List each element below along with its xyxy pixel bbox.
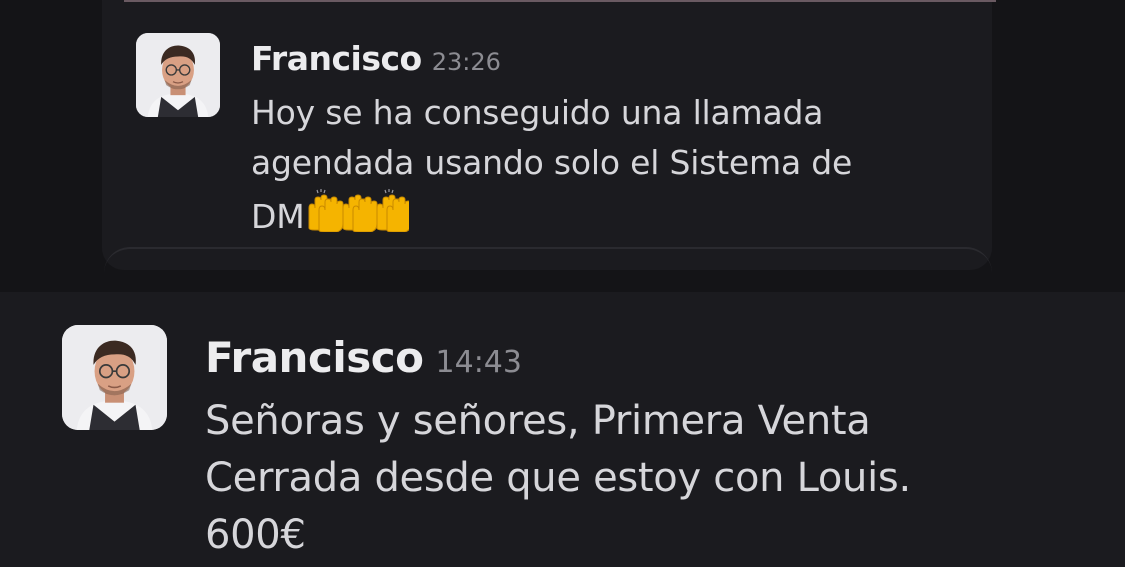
timestamp[interactable]: 23:26 xyxy=(432,48,501,76)
author-name[interactable]: Francisco xyxy=(205,333,424,382)
card-top-divider xyxy=(124,0,996,2)
message-line: Cerrada desde que estoy con Louis. xyxy=(205,455,911,501)
avatar[interactable] xyxy=(62,325,167,430)
thread-divider xyxy=(104,247,992,279)
raising-hands-icon xyxy=(305,188,412,246)
message-header: Francisco 14:43 xyxy=(205,333,522,382)
avatar[interactable] xyxy=(136,33,220,117)
message-line-last: DM xyxy=(251,188,852,246)
message-text: Hoy se ha conseguido una llamada agendad… xyxy=(251,88,852,246)
user-avatar-icon xyxy=(136,33,220,117)
message-line: Señoras y señores, Primera Venta xyxy=(205,398,871,444)
message-line-text: DM xyxy=(251,197,305,236)
author-name[interactable]: Francisco xyxy=(251,39,422,78)
timestamp[interactable]: 14:43 xyxy=(436,345,522,380)
message-line: 600€ xyxy=(205,512,306,558)
message-line: Hoy se ha conseguido una llamada xyxy=(251,93,824,132)
message-line: agendada usando solo el Sistema de xyxy=(251,143,853,182)
user-avatar-icon xyxy=(62,325,167,430)
message-text: Señoras y señores, Primera Venta Cerrada… xyxy=(205,393,911,564)
chat-view: Francisco 23:26 Hoy se ha conseguido una … xyxy=(0,0,1125,567)
message-header: Francisco 23:26 xyxy=(251,39,501,78)
